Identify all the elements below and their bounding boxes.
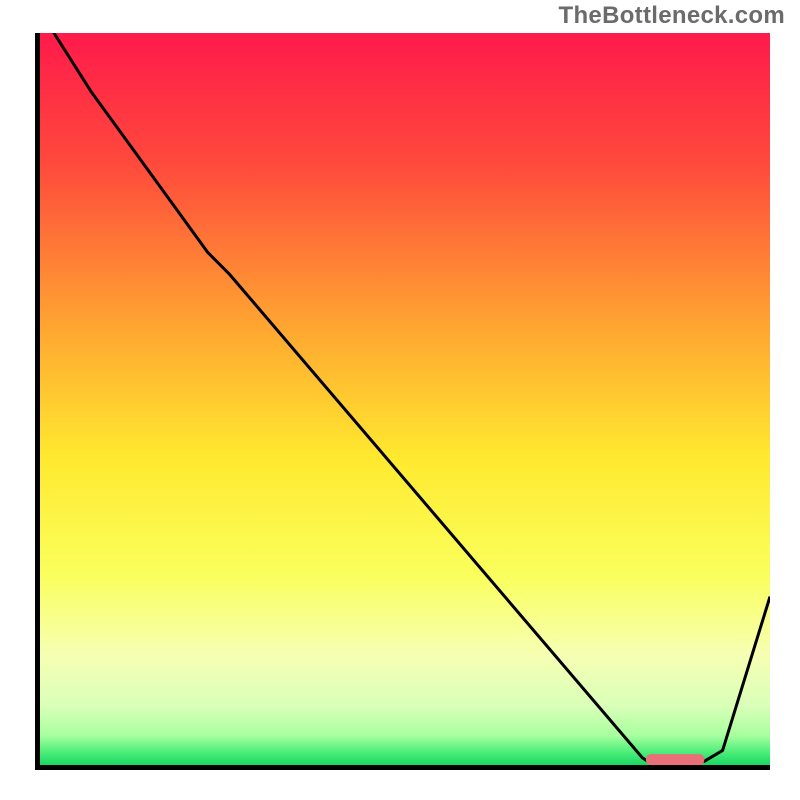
x-axis xyxy=(35,765,770,770)
chart-frame: TheBottleneck.com xyxy=(0,0,800,800)
plot-area xyxy=(40,33,770,765)
gradient-fill xyxy=(40,33,770,765)
optimal-range-marker xyxy=(646,754,704,765)
attribution-text: TheBottleneck.com xyxy=(559,2,785,30)
